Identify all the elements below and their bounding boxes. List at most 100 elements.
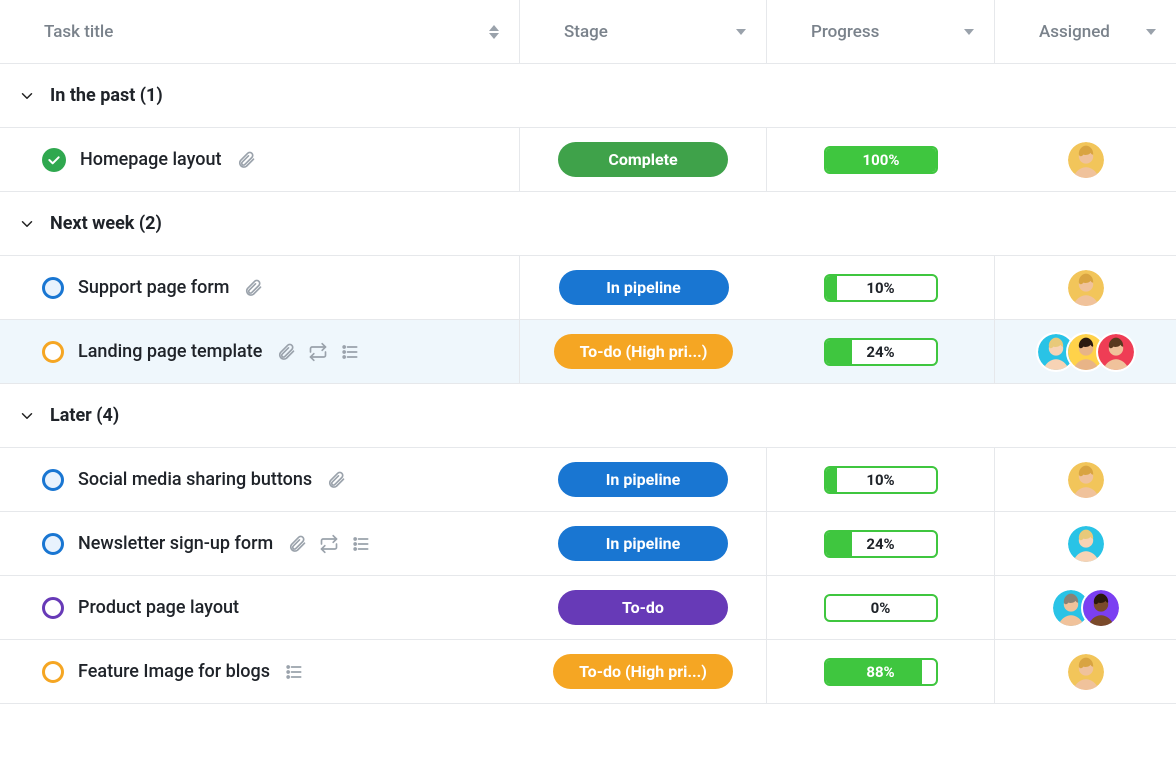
assigned-cell[interactable] <box>995 128 1176 192</box>
progress-cell[interactable]: 10% <box>767 448 995 512</box>
stage-cell[interactable]: To-do (High pri...) <box>520 320 767 384</box>
status-circle[interactable] <box>42 533 64 555</box>
progress-bar: 100% <box>824 146 938 174</box>
status-circle[interactable] <box>42 597 64 619</box>
task-title: Support page form <box>78 277 229 298</box>
task-title: Feature Image for blogs <box>78 661 270 682</box>
column-header-label: Task title <box>44 22 113 42</box>
attachment-icon[interactable] <box>287 534 307 554</box>
status-circle[interactable] <box>42 469 64 491</box>
dropdown-icon <box>736 29 746 35</box>
sort-icon <box>489 25 499 39</box>
stage-pill[interactable]: To-do (High pri...) <box>553 654 733 689</box>
task-cell[interactable]: Social media sharing buttons <box>0 448 520 512</box>
group-header[interactable]: Next week (2) <box>0 192 1176 256</box>
column-header-label: Assigned <box>1039 22 1110 42</box>
attachment-icon[interactable] <box>326 470 346 490</box>
stage-pill[interactable]: In pipeline <box>558 462 728 497</box>
avatar[interactable] <box>1066 268 1106 308</box>
progress-bar: 10% <box>824 274 938 302</box>
progress-bar: 24% <box>824 338 938 366</box>
progress-cell[interactable]: 10% <box>767 256 995 320</box>
assigned-cell[interactable] <box>995 256 1176 320</box>
attachment-icon[interactable] <box>236 150 256 170</box>
stage-cell[interactable]: To-do (High pri...) <box>520 640 767 704</box>
progress-cell[interactable]: 88% <box>767 640 995 704</box>
stage-cell[interactable]: In pipeline <box>520 448 767 512</box>
task-cell[interactable]: Feature Image for blogs <box>0 640 520 704</box>
stage-pill[interactable]: In pipeline <box>559 270 729 305</box>
assigned-cell[interactable] <box>995 640 1176 704</box>
progress-bar: 88% <box>824 658 938 686</box>
column-header-label: Stage <box>564 22 608 42</box>
group-title: Next week (2) <box>50 213 162 234</box>
progress-label: 10% <box>826 276 936 300</box>
task-cell[interactable]: Landing page template <box>0 320 520 384</box>
stage-pill[interactable]: In pipeline <box>558 526 728 561</box>
column-header-task-title[interactable]: Task title <box>0 0 520 64</box>
checklist-icon[interactable] <box>284 662 304 682</box>
task-title: Social media sharing buttons <box>78 469 312 490</box>
column-header-label: Progress <box>811 22 879 42</box>
dropdown-icon <box>964 29 974 35</box>
task-cell[interactable]: Homepage layout <box>0 128 520 192</box>
chevron-down-icon <box>18 87 36 105</box>
task-title: Homepage layout <box>80 149 222 170</box>
chevron-down-icon <box>18 407 36 425</box>
column-header-assigned[interactable]: Assigned <box>995 0 1176 64</box>
group-title: Later (4) <box>50 405 119 426</box>
task-title: Product page layout <box>78 597 239 618</box>
avatar[interactable] <box>1096 332 1136 372</box>
stage-cell[interactable]: To-do <box>520 576 767 640</box>
assigned-cell[interactable] <box>995 576 1176 640</box>
task-cell[interactable]: Product page layout <box>0 576 520 640</box>
column-header-stage[interactable]: Stage <box>520 0 767 64</box>
task-title: Landing page template <box>78 341 262 362</box>
assigned-cell[interactable] <box>995 448 1176 512</box>
chevron-down-icon <box>18 215 36 233</box>
progress-label: 24% <box>826 340 936 364</box>
task-cell[interactable]: Support page form <box>0 256 520 320</box>
group-header[interactable]: In the past (1) <box>0 64 1176 128</box>
progress-bar: 0% <box>824 594 938 622</box>
avatar[interactable] <box>1066 140 1106 180</box>
attachment-icon[interactable] <box>276 342 296 362</box>
stage-cell[interactable]: In pipeline <box>520 256 767 320</box>
progress-label: 0% <box>826 596 936 620</box>
progress-cell[interactable]: 0% <box>767 576 995 640</box>
status-complete-icon[interactable] <box>42 148 66 172</box>
progress-label: 10% <box>826 468 936 492</box>
assigned-cell[interactable] <box>995 512 1176 576</box>
group-header[interactable]: Later (4) <box>0 384 1176 448</box>
recurring-icon[interactable] <box>308 342 328 362</box>
avatar[interactable] <box>1066 524 1106 564</box>
progress-cell[interactable]: 24% <box>767 320 995 384</box>
progress-cell[interactable]: 100% <box>767 128 995 192</box>
assigned-cell[interactable] <box>995 320 1176 384</box>
status-circle[interactable] <box>42 277 64 299</box>
progress-cell[interactable]: 24% <box>767 512 995 576</box>
progress-label: 24% <box>826 532 936 556</box>
stage-pill[interactable]: Complete <box>558 142 728 177</box>
avatar[interactable] <box>1066 460 1106 500</box>
stage-pill[interactable]: To-do <box>558 590 728 625</box>
checklist-icon[interactable] <box>351 534 371 554</box>
status-circle[interactable] <box>42 341 64 363</box>
stage-cell[interactable]: In pipeline <box>520 512 767 576</box>
progress-label: 88% <box>826 660 936 684</box>
task-title: Newsletter sign-up form <box>78 533 273 554</box>
checklist-icon[interactable] <box>340 342 360 362</box>
avatar[interactable] <box>1066 652 1106 692</box>
attachment-icon[interactable] <box>243 278 263 298</box>
stage-pill[interactable]: To-do (High pri...) <box>554 334 734 369</box>
dropdown-icon <box>1146 29 1156 35</box>
stage-cell[interactable]: Complete <box>520 128 767 192</box>
task-cell[interactable]: Newsletter sign-up form <box>0 512 520 576</box>
progress-bar: 24% <box>824 530 938 558</box>
status-circle[interactable] <box>42 661 64 683</box>
group-title: In the past (1) <box>50 85 163 106</box>
progress-label: 100% <box>826 148 936 172</box>
recurring-icon[interactable] <box>319 534 339 554</box>
avatar[interactable] <box>1081 588 1121 628</box>
column-header-progress[interactable]: Progress <box>767 0 995 64</box>
